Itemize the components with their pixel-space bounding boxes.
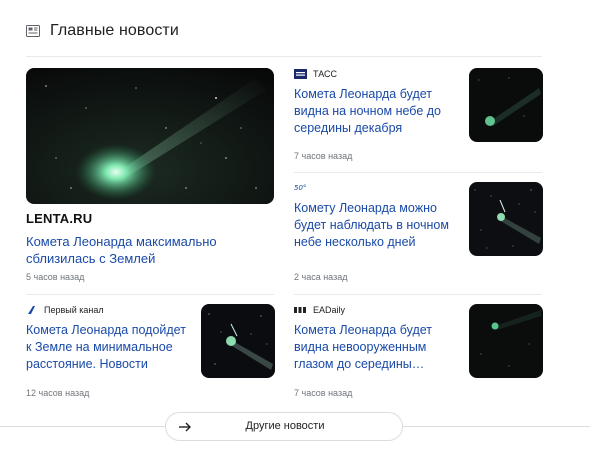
source-label: ТАСС [294, 69, 337, 79]
eadaily-logo-icon [294, 307, 306, 313]
featured-headline[interactable]: Комета Леонарда максимально сблизилась с… [26, 233, 276, 267]
section-title: Главные новости [50, 22, 179, 39]
news-thumbnail[interactable] [469, 304, 543, 378]
more-news-button[interactable]: Другие новости [165, 412, 403, 441]
source-label: 50° [294, 183, 316, 191]
section-header: Главные новости [26, 22, 179, 40]
source-logo-lenta: LENTA.RU [26, 211, 93, 226]
source-logo-icon: 50° [294, 184, 306, 191]
source-name: ТАСС [313, 69, 338, 79]
featured-image[interactable] [26, 68, 274, 204]
news-time: 7 часов назад [294, 151, 353, 161]
source-name: Первый канал [44, 305, 104, 315]
tass-logo-icon [294, 69, 307, 79]
news-thumbnail[interactable] [469, 182, 543, 256]
news-headline[interactable]: Комета Леонарда подойдет к Земле на мини… [26, 322, 191, 373]
source-label: EADaily [294, 305, 345, 315]
news-thumbnail[interactable] [469, 68, 543, 142]
source-name: EADaily [313, 305, 346, 315]
news-time: 12 часов назад [26, 388, 90, 398]
news-headline[interactable]: Комета Леонарда будет видна невооруженны… [294, 322, 459, 373]
card-divider [294, 294, 542, 295]
news-headline[interactable]: Комету Леонарда можно будет наблюдать в … [294, 200, 459, 251]
perviy-kanal-logo-icon [28, 306, 35, 314]
featured-time: 5 часов назад [26, 272, 85, 282]
news-icon [26, 25, 40, 37]
more-news-label: Другие новости [245, 420, 325, 432]
header-divider [26, 56, 542, 57]
news-headline[interactable]: Комета Леонарда будет видна на ночном не… [294, 86, 459, 137]
news-thumbnail[interactable] [201, 304, 275, 378]
card-divider [294, 172, 542, 173]
news-time: 7 часов назад [294, 388, 353, 398]
svg-text:50°: 50° [294, 184, 306, 191]
news-time: 2 часа назад [294, 272, 348, 282]
source-label: Первый канал [26, 305, 104, 315]
card-divider [26, 294, 274, 295]
